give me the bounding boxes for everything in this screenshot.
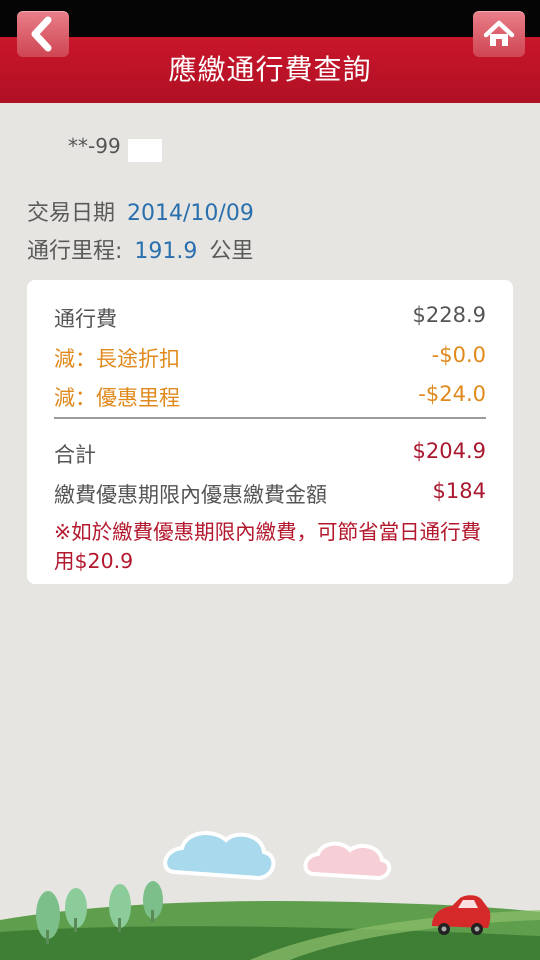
blue-cloud-icon xyxy=(163,831,276,881)
pink-cloud-icon xyxy=(303,841,392,881)
scenery-illustration xyxy=(0,831,540,960)
